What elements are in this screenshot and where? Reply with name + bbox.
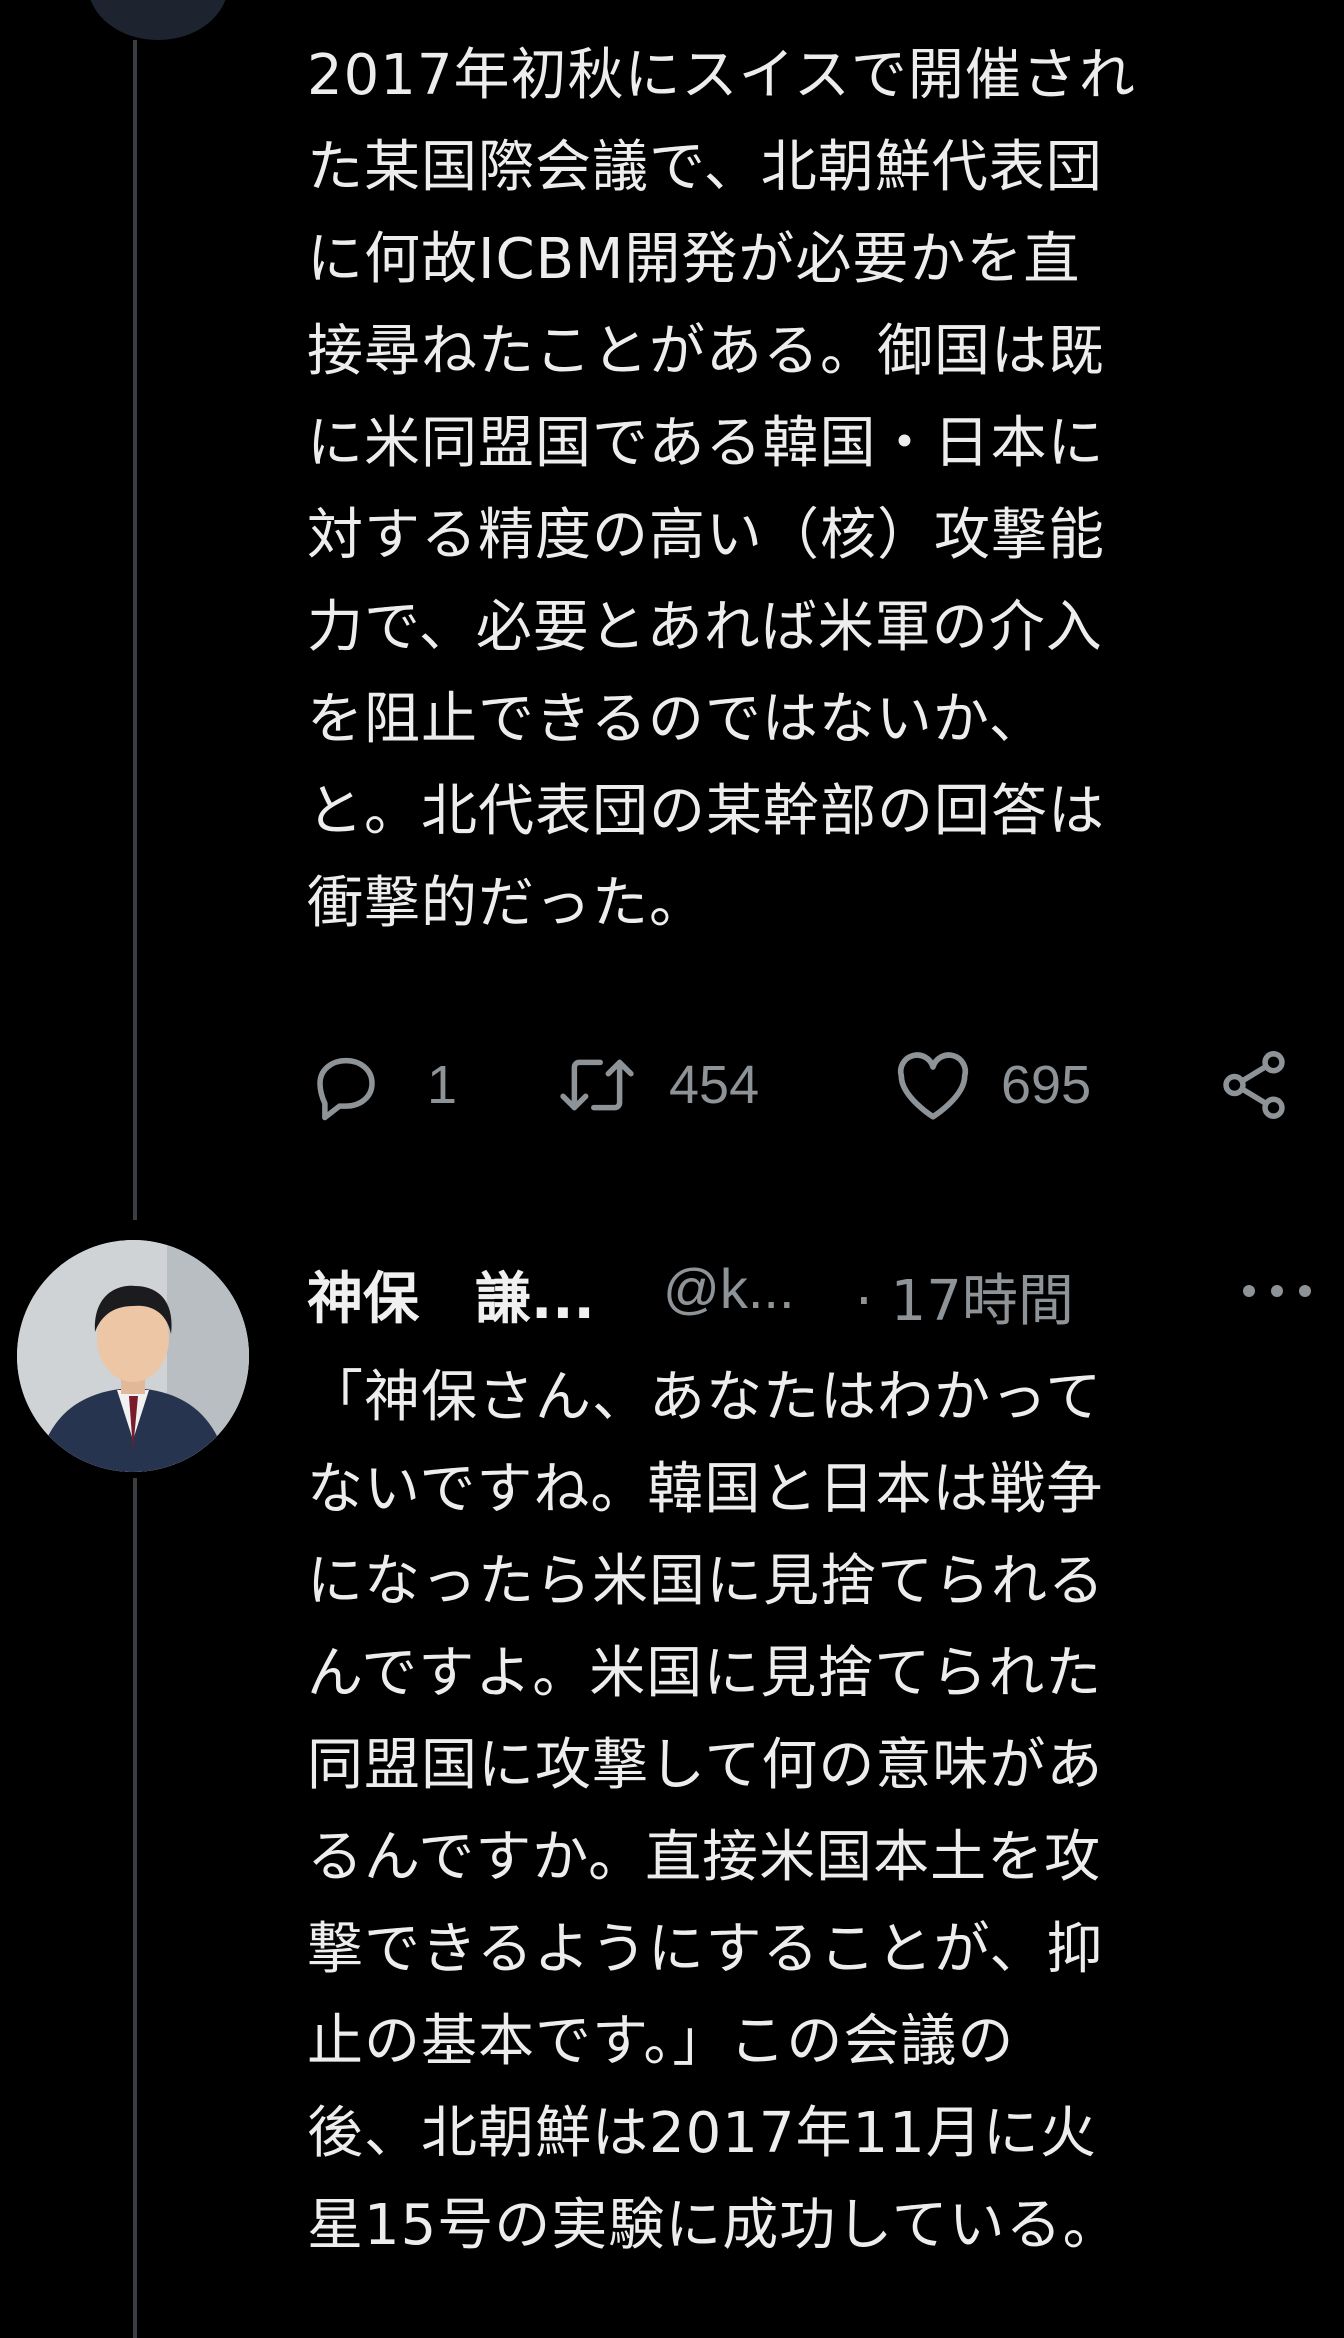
tweet-1-line: 対する精度の高い（核）攻撃能 — [307, 503, 1105, 568]
tweet-1-line: を阻止できるのではないか、 — [307, 687, 1046, 752]
share-icon — [1215, 1046, 1293, 1124]
author-name[interactable]: 神保 謙... — [307, 1254, 595, 1335]
tweet-2-line: 星15号の実験に成功している。 — [307, 2193, 1120, 2258]
reply-button[interactable]: 1 — [307, 1040, 457, 1130]
tweet-2-line: 止の基本です。」この会議の — [307, 2009, 1015, 2074]
tweet-1-line: に米同盟国である韓国・日本に — [307, 411, 1105, 476]
author-handle[interactable]: @k... — [663, 1256, 795, 1321]
tweet-1-actions: 1 454 695 — [307, 1040, 1307, 1130]
tweet-1-line: 2017年初秋にスイスで開催され — [307, 43, 1136, 108]
like-button[interactable]: 695 — [893, 1040, 1091, 1130]
tweet-timestamp[interactable]: · 17時間 — [855, 1256, 1074, 1337]
reply-icon — [307, 1046, 385, 1124]
tweet-2-line: んですよ。米国に見捨てられた — [307, 1641, 1103, 1706]
thread-line — [133, 40, 137, 1220]
share-button[interactable] — [1215, 1040, 1293, 1130]
tweet-2-line: 撃できるようにすることが、抑 — [307, 1917, 1104, 1982]
like-count: 695 — [1001, 1055, 1092, 1115]
more-icon[interactable] — [1237, 1276, 1317, 1306]
tweet-2-line: 「神保さん、あなたはわかって — [307, 1365, 1103, 1430]
retweet-count: 454 — [669, 1055, 760, 1115]
tweet-2-header: 神保 謙... @k... · 17時間 — [307, 1248, 1317, 1338]
tweet-2-line: 同盟国に攻撃して何の意味があ — [307, 1733, 1104, 1798]
tweet-2-line: ないですね。韓国と日本は戦争 — [307, 1457, 1104, 1522]
tweet-2-text: 「神保さん、あなたはわかって ないですね。韓国と日本は戦争 になったら米国に見捨… — [307, 1352, 1317, 2272]
retweet-button[interactable]: 454 — [555, 1040, 759, 1130]
tweet-1-line: 力で、必要とあれば米軍の介入 — [307, 595, 1103, 660]
author-avatar[interactable] — [17, 1240, 249, 1472]
reply-count: 1 — [427, 1055, 458, 1115]
like-icon — [893, 1047, 973, 1123]
tweet-1-line: た某国際会議で、北朝鮮代表団 — [307, 135, 1103, 200]
tweet-2-line: 後、北朝鮮は2017年11月に火 — [307, 2101, 1097, 2166]
tweet-1-line: に何故ICBM開発が必要かを直 — [307, 227, 1081, 292]
tweet-2-line: るんですか。直接米国本土を攻 — [307, 1825, 1102, 1890]
tweet-1-text: 2017年初秋にスイスで開催され た某国際会議で、北朝鮮代表団 に何故ICBM開… — [307, 30, 1317, 950]
tweet-2-line: になったら米国に見捨てられる — [307, 1549, 1105, 1614]
thread-line-lower — [133, 1478, 137, 2338]
tweet-1-line: と。北代表団の某幹部の回答は — [307, 779, 1105, 844]
previous-avatar[interactable] — [88, 0, 228, 40]
retweet-icon — [555, 1046, 639, 1124]
tweet-1-line: 接尋ねたことがある。御国は既 — [307, 319, 1105, 384]
tweet-1-line: 衝撃的だった。 — [307, 871, 706, 936]
